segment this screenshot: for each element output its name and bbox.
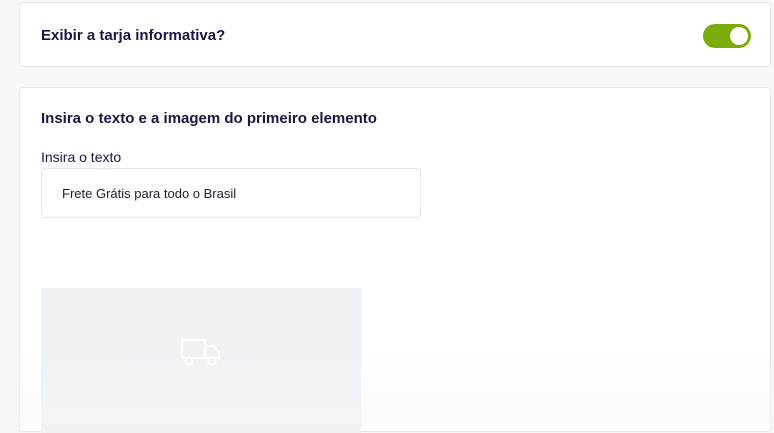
toggle-knob bbox=[730, 27, 748, 45]
image-upload-area[interactable] bbox=[41, 288, 361, 433]
display-banner-toggle[interactable] bbox=[703, 24, 751, 48]
text-input[interactable] bbox=[41, 168, 421, 218]
text-field-label: Insira o texto bbox=[41, 149, 122, 165]
display-banner-card: Exibir a tarja informativa? bbox=[19, 2, 771, 67]
first-element-title: Insira o texto e a imagem do primeiro el… bbox=[41, 110, 377, 127]
truck-icon bbox=[180, 338, 221, 366]
display-banner-label: Exibir a tarja informativa? bbox=[41, 27, 226, 44]
first-element-card: Insira o texto e a imagem do primeiro el… bbox=[19, 87, 771, 433]
